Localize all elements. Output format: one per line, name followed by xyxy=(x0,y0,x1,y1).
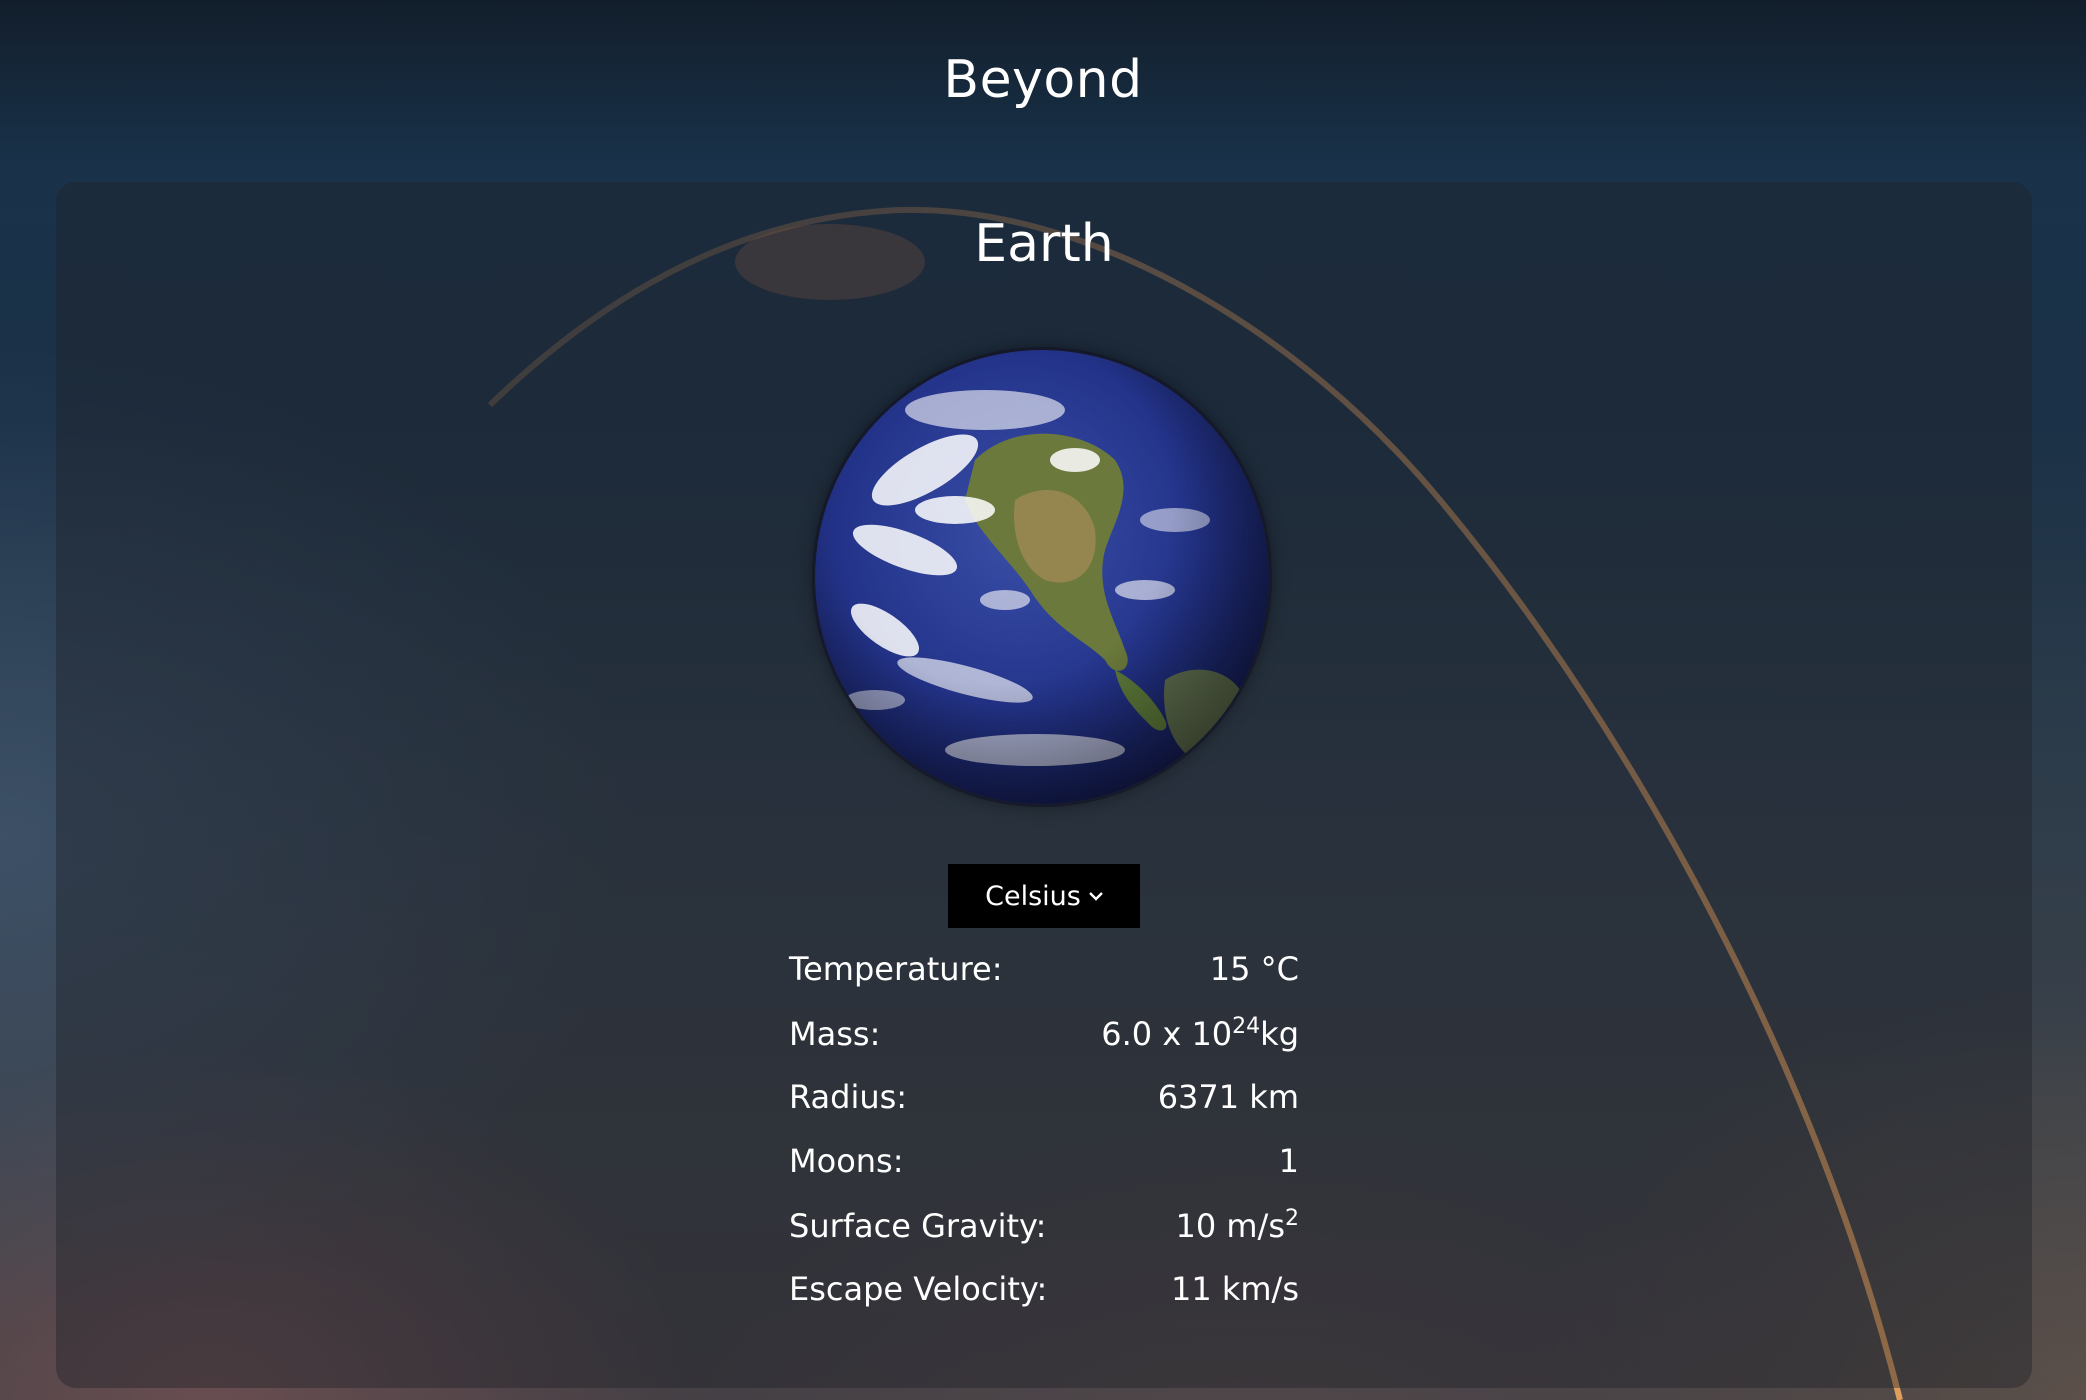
planet-stats-list: Temperature: 15 °C Mass: 6.0 x 1024kg Ra… xyxy=(789,950,1299,1334)
stat-value: 10 m/s2 xyxy=(1175,1206,1299,1245)
stat-value: 6371 km xyxy=(1157,1078,1299,1116)
mass-value-unit: kg xyxy=(1260,1015,1299,1053)
stat-row-temperature: Temperature: 15 °C xyxy=(789,950,1299,1014)
stat-label: Mass: xyxy=(789,1015,881,1053)
stat-row-moons: Moons: 1 xyxy=(789,1142,1299,1206)
stat-value: 11 km/s xyxy=(1170,1270,1299,1308)
temperature-unit-dropdown[interactable]: Celsius xyxy=(948,864,1140,928)
site-title: Beyond xyxy=(943,50,1143,110)
stat-row-escape-velocity: Escape Velocity: 11 km/s xyxy=(789,1270,1299,1334)
planet-card: Earth Celsius Temperature: 15 °C Mass: 6… xyxy=(56,182,2032,1388)
stat-label: Temperature: xyxy=(789,950,1003,988)
dropdown-selected-label: Celsius xyxy=(985,880,1081,912)
stat-row-radius: Radius: 6371 km xyxy=(789,1078,1299,1142)
mass-value-exponent: 24 xyxy=(1232,1014,1261,1039)
stat-label: Escape Velocity: xyxy=(789,1270,1048,1308)
earth-globe-image xyxy=(815,350,1269,804)
gravity-value-exponent: 2 xyxy=(1285,1206,1299,1231)
stat-value: 15 °C xyxy=(1209,950,1299,988)
stat-value: 6.0 x 1024kg xyxy=(1101,1014,1299,1053)
chevron-down-icon xyxy=(1089,892,1103,901)
stat-value: 1 xyxy=(1278,1142,1299,1180)
planet-name: Earth xyxy=(974,214,1114,274)
stat-label: Surface Gravity: xyxy=(789,1207,1047,1245)
mass-value-base: 6.0 x 10 xyxy=(1101,1015,1233,1053)
gravity-value-base: 10 m/s xyxy=(1175,1207,1285,1245)
stat-label: Radius: xyxy=(789,1078,908,1116)
stat-row-surface-gravity: Surface Gravity: 10 m/s2 xyxy=(789,1206,1299,1270)
stat-label: Moons: xyxy=(789,1142,904,1180)
stat-row-mass: Mass: 6.0 x 1024kg xyxy=(789,1014,1299,1078)
